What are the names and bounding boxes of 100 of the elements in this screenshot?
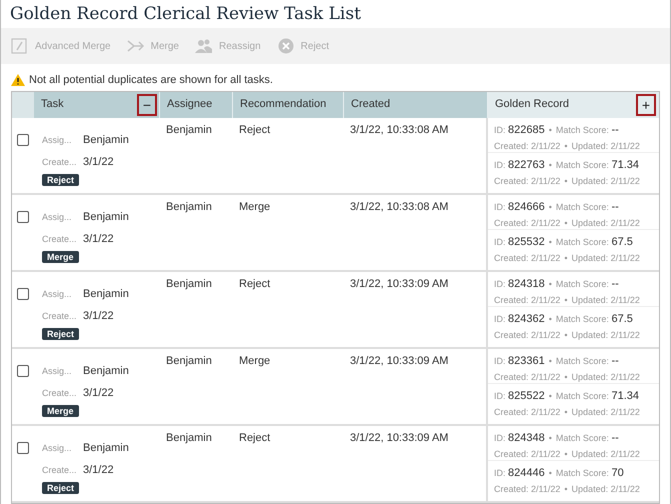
bullet: • [564,448,568,461]
recommendation-badge: Reject [42,328,80,340]
bullet: • [564,329,568,342]
record-id: ID: 824666 [494,200,545,214]
table-cell-text: Benjamin [165,200,213,214]
bullet: • [548,312,552,326]
record-id: ID: 822763 [494,158,545,172]
record-created: Created: 2/11/22 [494,294,560,307]
record-updated: Updated: 2/11/22 [572,217,640,230]
field-label: Create... [42,464,78,477]
column-header[interactable]: Recommendation [233,92,344,118]
row-checkbox[interactable] [17,364,29,376]
record-created: Created: 2/11/22 [494,252,560,265]
field-value: Benjamin [83,210,129,226]
field-value: 3/1/22 [83,386,114,402]
record-updated: Updated: 2/11/22 [572,329,640,342]
record-created: Created: 2/11/22 [494,175,560,188]
field-label: Assig... [42,364,73,378]
record-id: ID: 824348 [494,430,545,446]
record-updated: Updated: 2/11/22 [572,406,640,419]
record-id: ID: 824362 [494,312,545,326]
table-cell: 3/1/22, 10:33:09 AM [344,272,488,346]
table-cell-text: Benjamin [165,276,213,292]
bullet: • [564,483,568,496]
bullet: • [548,466,552,480]
bullet: • [548,236,552,248]
table-cell-text: Merge [238,354,272,368]
bullet: • [548,432,552,444]
record-created: Created: 2/11/22 [494,483,560,496]
record-updated: Updated: 2/11/22 [572,175,640,188]
bullet: • [548,124,552,136]
table-cell: 3/1/22, 10:33:09 AM [344,426,488,500]
record-created: Created: 2/11/22 [494,217,560,230]
warning-text: Not all potential duplicates are shown for all tasks. [29,73,273,88]
record-updated: Updated: 2/11/22 [572,252,640,265]
record-created: Created: 2/11/22 [494,140,560,153]
match-score: Match Score: 67.5 [556,312,633,326]
table-cell-text: Benjamin [165,430,213,446]
record-id: ID: 824446 [494,466,545,480]
match-score: Match Score: -- [556,200,619,214]
match-score: Match Score: 70 [556,466,624,480]
match-score: Match Score: -- [556,430,619,446]
row-checkbox[interactable] [17,134,29,146]
match-score: Match Score: -- [556,122,619,138]
bullet: • [564,140,568,153]
field-label: Assig... [42,210,73,224]
recommendation-badge: Reject [42,482,80,494]
match-score: Match Score: -- [556,354,619,368]
bullet: • [548,390,552,402]
table-cell-text: Reject [238,430,272,446]
field-value: Benjamin [83,287,129,302]
column-header[interactable]: Golden Record + [488,92,659,118]
table-cell-text: Benjamin [165,354,213,368]
match-score: Match Score: 67.5 [556,234,633,250]
match-score: Match Score: 71.34 [556,158,639,172]
field-label: Assig... [42,134,73,147]
record-created: Created: 2/11/22 [494,448,560,461]
page-title: Golden Record Clerical Review Task List [9,3,362,26]
people-icon [194,38,213,54]
record-created: Created: 2/11/22 [494,371,560,384]
bullet: • [548,158,552,172]
table-cell-text: Reject [238,122,272,138]
field-label: Assig... [42,442,73,455]
bullet: • [548,200,552,214]
bullet: • [564,406,568,419]
bullet: • [564,294,568,307]
bullet: • [564,371,568,384]
field-value: 3/1/22 [83,232,114,248]
field-label: Create... [42,156,78,169]
row-checkbox[interactable] [17,288,29,300]
record-updated: Updated: 2/11/22 [572,448,640,461]
field-value: 3/1/22 [83,155,114,170]
row-checkbox[interactable] [17,442,29,454]
column-header[interactable]: Assignee [160,92,233,118]
cancel-circle-icon [276,38,295,54]
bullet: • [548,278,552,290]
recommendation-badge: Merge [42,250,79,262]
record-id: ID: 825522 [494,388,545,404]
record-created: Created: 2/11/22 [494,406,560,419]
table-cell: 3/1/22, 10:33:08 AM [344,118,488,192]
table-cell-text: Merge [238,200,272,214]
warning-icon [11,74,25,86]
toggle-button[interactable]: − [137,94,157,116]
toggle-button[interactable]: + [636,94,656,116]
field-value: 3/1/22 [83,309,114,324]
match-score: Match Score: -- [556,276,619,292]
record-updated: Updated: 2/11/22 [572,294,640,307]
record-updated: Updated: 2/11/22 [572,371,640,384]
match-score: Match Score: 71.34 [556,388,639,404]
record-id: ID: 823361 [494,354,545,368]
table-cell: 3/1/22, 10:33:08 AM [344,194,488,270]
field-value: Benjamin [83,441,129,456]
row-checkbox[interactable] [17,210,29,222]
field-label: Create... [42,310,78,323]
column-header[interactable]: Created [344,92,488,118]
column-header[interactable]: Task − [34,92,160,118]
record-created: Created: 2/11/22 [494,329,560,342]
record-id: ID: 822685 [494,122,545,138]
field-label: Assig... [42,288,73,301]
field-label: Create... [42,232,78,246]
